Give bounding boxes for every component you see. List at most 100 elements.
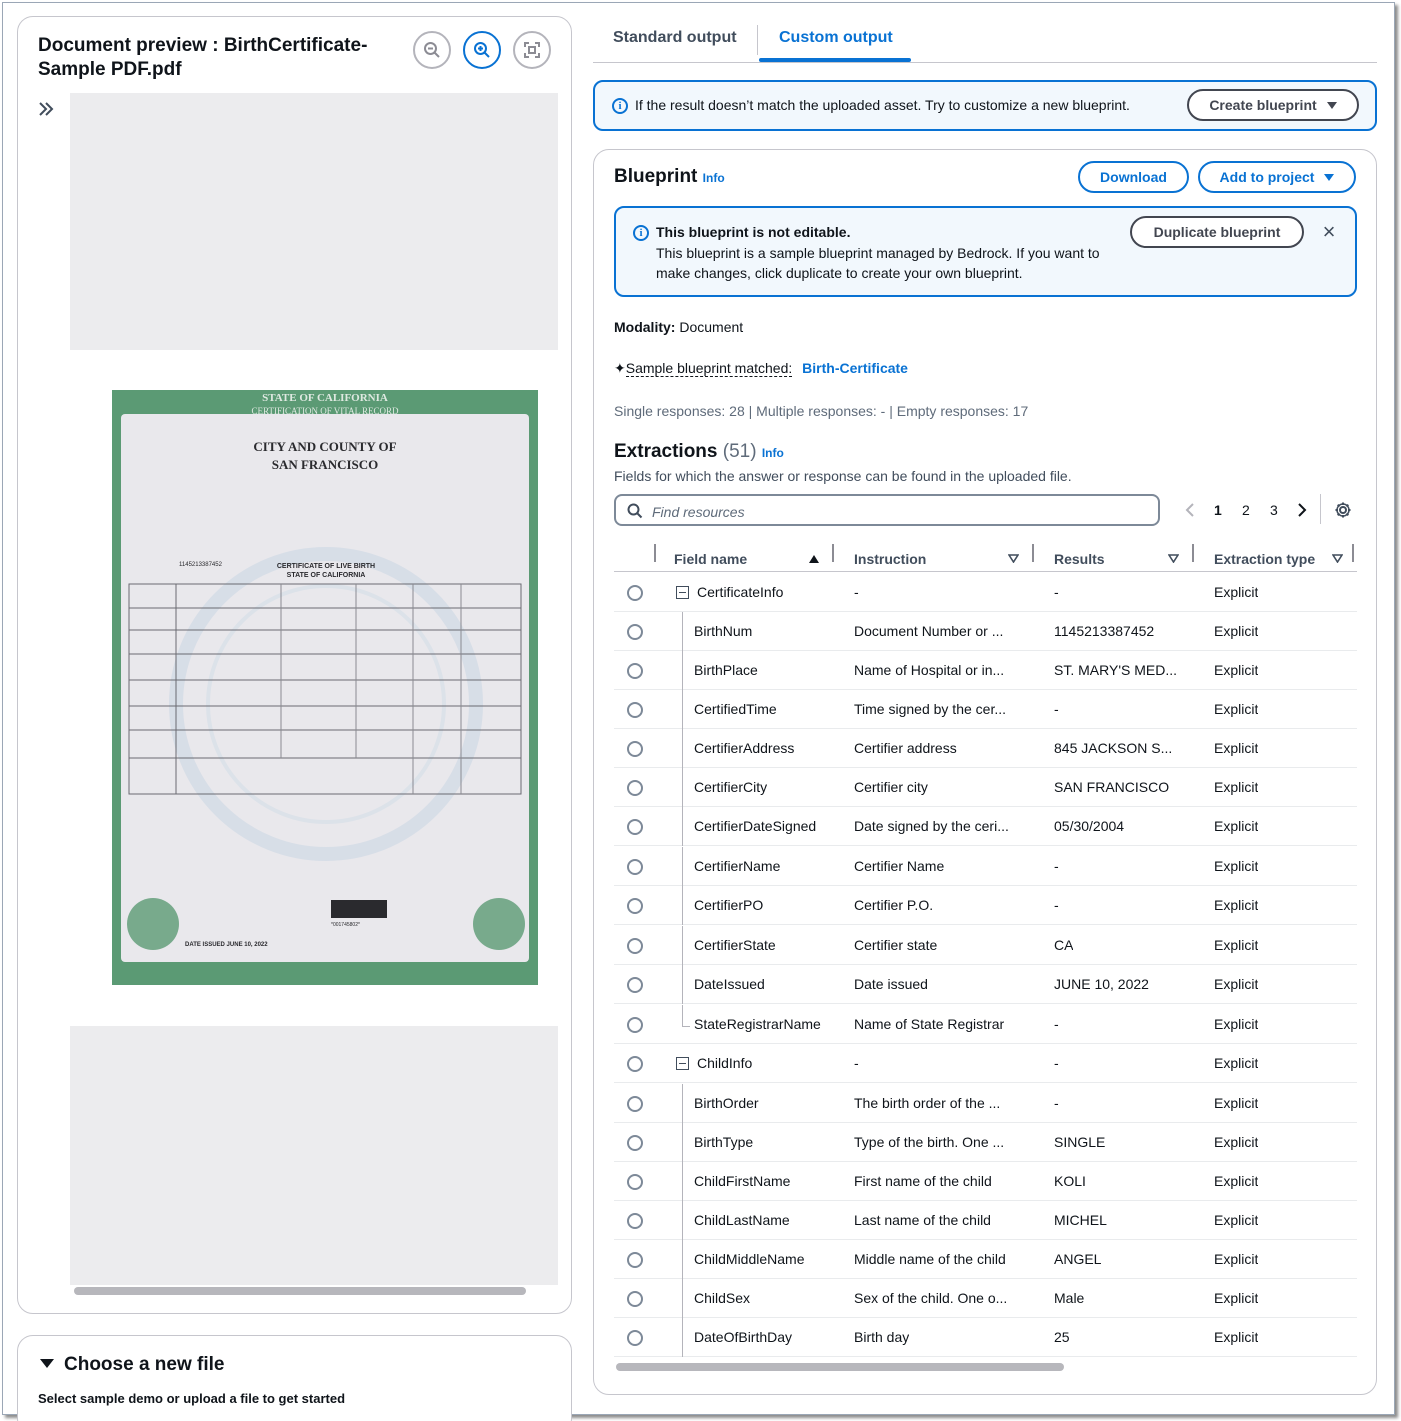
matched-blueprint-link[interactable]: Birth-Certificate bbox=[802, 360, 908, 376]
page-2[interactable]: 2 bbox=[1242, 502, 1250, 518]
table-row[interactable]: ChildSex Sex of the child. One o... Male Ex… bbox=[614, 1279, 1357, 1318]
cell-field-name: CertifierAddress bbox=[694, 740, 795, 756]
blueprint-info-link[interactable]: Info bbox=[703, 171, 725, 185]
column-results[interactable]: Results bbox=[1054, 551, 1105, 567]
row-radio[interactable] bbox=[627, 1213, 643, 1229]
page-3[interactable]: 3 bbox=[1270, 502, 1278, 518]
cell-instruction: Certifier P.O. bbox=[854, 897, 934, 913]
choose-file-subtitle: Select sample demo or upload a file to g… bbox=[38, 1391, 346, 1406]
sort-ascending-icon[interactable] bbox=[809, 555, 819, 563]
fit-screen-button[interactable] bbox=[513, 31, 551, 69]
table-row[interactable]: CertifierPO Certifier P.O. - Explicit bbox=[614, 886, 1357, 925]
row-radio[interactable] bbox=[627, 663, 643, 679]
table-row[interactable]: CertifierDateSigned Date signed by the ce… bbox=[614, 807, 1357, 846]
blueprint-title-text: Blueprint bbox=[614, 166, 698, 187]
table-row[interactable]: CertifierName Certifier Name - Explicit bbox=[614, 847, 1357, 886]
row-radio[interactable] bbox=[627, 1135, 643, 1151]
download-button[interactable]: Download bbox=[1078, 161, 1189, 193]
cell-instruction: The birth order of the ... bbox=[854, 1095, 1001, 1111]
table-horizontal-scrollbar[interactable] bbox=[616, 1363, 1064, 1371]
table-row[interactable]: CertificateInfo - - Explicit bbox=[614, 573, 1357, 612]
collapse-icon[interactable] bbox=[676, 586, 689, 599]
matched-blueprint: ✦Sample blueprint matched: Birth-Certifi… bbox=[614, 360, 908, 377]
table-row[interactable]: BirthNum Document Number or ... 1145213387… bbox=[614, 612, 1357, 651]
table-row[interactable]: CertifierAddress Certifier address 845 JAC… bbox=[614, 729, 1357, 768]
column-instruction[interactable]: Instruction bbox=[854, 551, 926, 567]
sort-icon[interactable] bbox=[1332, 554, 1343, 563]
row-radio[interactable] bbox=[627, 702, 643, 718]
table-row[interactable]: BirthType Type of the birth. One ... SINGL… bbox=[614, 1123, 1357, 1162]
cell-field-name: CertifierState bbox=[694, 937, 776, 953]
table-row[interactable]: BirthPlace Name of Hospital or in... ST. M… bbox=[614, 651, 1357, 690]
tree-connector bbox=[682, 1084, 683, 1123]
table-row[interactable]: ChildFirstName First name of the child KOL… bbox=[614, 1162, 1357, 1201]
table-row[interactable]: CertifierState Certifier state CA Explicit bbox=[614, 926, 1357, 965]
gear-icon[interactable] bbox=[1334, 501, 1352, 519]
search-input[interactable]: Find resources bbox=[614, 494, 1160, 526]
table-row[interactable]: ChildLastName Last name of the child MICHE… bbox=[614, 1201, 1357, 1240]
cell-extraction-type: Explicit bbox=[1214, 779, 1259, 795]
chevron-left-icon[interactable] bbox=[1184, 502, 1196, 518]
preview-horizontal-scrollbar[interactable] bbox=[74, 1287, 526, 1295]
table-row[interactable]: ChildInfo - - Explicit bbox=[614, 1044, 1357, 1083]
cell-result: KOLI bbox=[1054, 1173, 1086, 1189]
cell-result: - bbox=[1054, 1016, 1059, 1032]
table-row[interactable]: DateOfBirthDay Birth day 25 Explicit bbox=[614, 1318, 1357, 1357]
row-radio[interactable] bbox=[627, 741, 643, 757]
zoom-in-button[interactable] bbox=[463, 31, 501, 69]
row-radio[interactable] bbox=[627, 1330, 643, 1346]
row-radio[interactable] bbox=[627, 859, 643, 875]
collapse-icon[interactable] bbox=[676, 1057, 689, 1070]
row-radio[interactable] bbox=[627, 1291, 643, 1307]
chevron-right-icon[interactable] bbox=[1296, 502, 1308, 518]
cell-field-name: CertifierPO bbox=[694, 897, 764, 913]
column-field-name[interactable]: Field name bbox=[674, 551, 747, 567]
table-row[interactable]: CertifiedTime Time signed by the cer... - E… bbox=[614, 690, 1357, 729]
column-extraction-type[interactable]: Extraction type bbox=[1214, 551, 1315, 567]
duplicate-blueprint-button[interactable]: Duplicate blueprint bbox=[1130, 216, 1304, 248]
row-radio[interactable] bbox=[627, 1096, 643, 1112]
cell-field-name: DateOfBirthDay bbox=[694, 1329, 793, 1345]
cell-field-name: StateRegistrarName bbox=[694, 1016, 821, 1032]
choose-file-title[interactable]: Choose a new file bbox=[64, 1354, 224, 1376]
table-row[interactable]: BirthOrder The birth order of the ... - Exp… bbox=[614, 1084, 1357, 1123]
document-viewport[interactable]: STATE OF CALIFORNIA CERTIFICATION OF VIT… bbox=[70, 93, 558, 1285]
add-to-project-button[interactable]: Add to project bbox=[1198, 161, 1356, 193]
extractions-info-link[interactable]: Info bbox=[762, 446, 784, 460]
row-radio[interactable] bbox=[627, 1252, 643, 1268]
cell-extraction-type: Explicit bbox=[1214, 701, 1259, 717]
table-row[interactable]: StateRegistrarName Name of State Registra… bbox=[614, 1005, 1357, 1044]
row-radio[interactable] bbox=[627, 1174, 643, 1190]
double-chevron-right-icon[interactable] bbox=[36, 99, 56, 119]
cell-extraction-type: Explicit bbox=[1214, 1095, 1259, 1111]
info-icon: i bbox=[612, 98, 628, 114]
tab-custom-output[interactable]: Custom output bbox=[779, 29, 893, 47]
cell-result: Male bbox=[1054, 1290, 1085, 1306]
row-radio[interactable] bbox=[627, 780, 643, 796]
zoom-out-button[interactable] bbox=[413, 31, 451, 69]
page-1[interactable]: 1 bbox=[1214, 502, 1222, 518]
sort-icon[interactable] bbox=[1008, 554, 1019, 563]
tree-connector bbox=[682, 690, 683, 729]
tab-standard-output[interactable]: Standard output bbox=[613, 29, 737, 47]
create-blueprint-button[interactable]: Create blueprint bbox=[1187, 89, 1359, 121]
table-row[interactable]: DateIssued Date issued JUNE 10, 2022 Explic… bbox=[614, 965, 1357, 1004]
tree-connector bbox=[682, 1279, 683, 1318]
blueprint-title: Blueprint Info bbox=[614, 166, 725, 188]
row-radio[interactable] bbox=[627, 585, 643, 601]
row-radio[interactable] bbox=[627, 977, 643, 993]
row-radio[interactable] bbox=[627, 1056, 643, 1072]
row-radio[interactable] bbox=[627, 938, 643, 954]
cell-extraction-type: Explicit bbox=[1214, 1329, 1259, 1345]
table-row[interactable]: ChildMiddleName Middle name of the child A… bbox=[614, 1240, 1357, 1279]
row-radio[interactable] bbox=[627, 898, 643, 914]
sort-icon[interactable] bbox=[1168, 554, 1179, 563]
caret-down-icon[interactable] bbox=[40, 1359, 54, 1368]
output-tabs: Standard output Custom output bbox=[593, 21, 1377, 63]
row-radio[interactable] bbox=[627, 819, 643, 835]
row-radio[interactable] bbox=[627, 624, 643, 640]
table-row[interactable]: CertifierCity Certifier city SAN FRANCISCO… bbox=[614, 768, 1357, 807]
close-icon[interactable]: × bbox=[1319, 221, 1339, 243]
row-radio[interactable] bbox=[627, 1017, 643, 1033]
cell-result: - bbox=[1054, 701, 1059, 717]
